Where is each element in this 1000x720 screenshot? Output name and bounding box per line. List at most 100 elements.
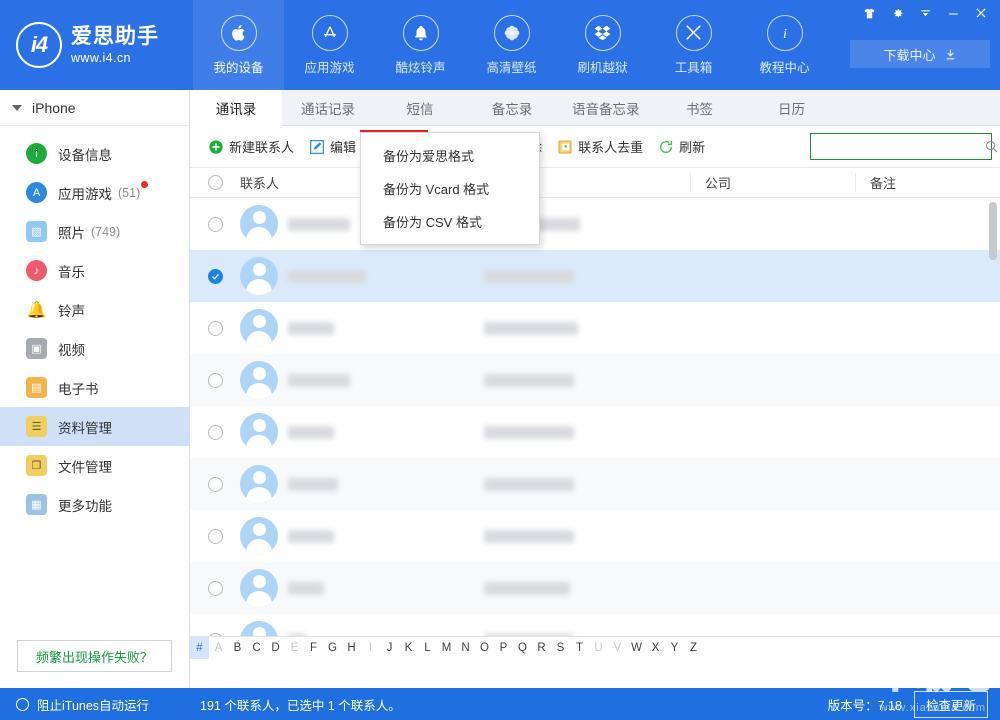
row-select-cell[interactable] — [190, 269, 240, 284]
row-checkbox[interactable] — [208, 529, 223, 544]
table-row[interactable] — [190, 198, 1000, 250]
alpha-u[interactable]: U — [589, 637, 608, 659]
row-checkbox[interactable] — [208, 217, 223, 232]
minimize-icon[interactable] — [940, 2, 966, 24]
alpha-f[interactable]: F — [304, 637, 323, 659]
row-checkbox[interactable] — [208, 373, 223, 388]
row-checkbox[interactable] — [208, 425, 223, 440]
backup-menu-item-i4-format[interactable]: 备份为爱思格式 — [361, 139, 539, 172]
row-select-cell[interactable] — [190, 581, 240, 596]
row-checkbox[interactable] — [208, 321, 223, 336]
alpha-h[interactable]: H — [342, 637, 361, 659]
alpha-n[interactable]: N — [456, 637, 475, 659]
download-center-button[interactable]: 下载中心 — [850, 40, 990, 68]
sidebar-item-videos[interactable]: ▣ 视频 — [0, 329, 189, 368]
alpha-o[interactable]: O — [475, 637, 494, 659]
block-itunes-toggle[interactable]: 阻止iTunes自动运行 — [0, 695, 190, 714]
sidebar-item-device-info[interactable]: i 设备信息 — [0, 134, 189, 173]
alpha-a[interactable]: A — [209, 637, 228, 659]
sidebar-item-music[interactable]: ♪ 音乐 — [0, 251, 189, 290]
chevron-down-icon[interactable] — [12, 105, 22, 111]
alpha-e[interactable]: E — [285, 637, 304, 659]
search-box[interactable] — [810, 133, 992, 160]
alpha-q[interactable]: Q — [513, 637, 532, 659]
alpha-t[interactable]: T — [570, 637, 589, 659]
alpha-d[interactable]: D — [266, 637, 285, 659]
row-select-cell[interactable] — [190, 477, 240, 492]
alpha-g[interactable]: G — [323, 637, 342, 659]
nav-item-flash-jailbreak[interactable]: 刷机越狱 — [557, 0, 648, 90]
backup-menu-item-vcard-format[interactable]: 备份为 Vcard 格式 — [361, 172, 539, 205]
row-select-cell[interactable] — [190, 217, 240, 232]
row-checkbox[interactable] — [208, 581, 223, 596]
tab-contacts[interactable]: 通讯录 — [190, 90, 282, 126]
row-checkbox[interactable] — [208, 269, 223, 284]
alpha-hash[interactable]: # — [190, 637, 209, 659]
row-checkbox[interactable] — [208, 477, 223, 492]
close-icon[interactable] — [968, 2, 994, 24]
alpha-m[interactable]: M — [437, 637, 456, 659]
sidebar-item-data-management[interactable]: ☰ 资料管理 — [0, 407, 189, 446]
nav-item-ringtones[interactable]: 酷炫铃声 — [375, 0, 466, 90]
dedupe-contacts-button[interactable]: 联系人去重 — [549, 133, 650, 161]
tab-call-history[interactable]: 通话记录 — [282, 90, 374, 125]
alpha-i[interactable]: I — [361, 637, 380, 659]
table-row[interactable] — [190, 354, 1000, 406]
tab-voice-memos[interactable]: 语音备忘录 — [558, 90, 654, 125]
gear-icon[interactable] — [884, 2, 910, 24]
device-header[interactable]: iPhone — [0, 90, 189, 126]
row-checkbox[interactable] — [208, 633, 223, 637]
row-select-cell[interactable] — [190, 373, 240, 388]
table-row[interactable] — [190, 510, 1000, 562]
scrollbar-thumb[interactable] — [989, 202, 997, 260]
column-header-company[interactable]: 公司 — [690, 173, 855, 192]
alpha-s[interactable]: S — [551, 637, 570, 659]
table-row[interactable] — [190, 614, 1000, 636]
sidebar-item-photos[interactable]: ▨ 照片 (749) — [0, 212, 189, 251]
row-select-cell[interactable] — [190, 425, 240, 440]
table-row[interactable] — [190, 406, 1000, 458]
chevron-down-icon[interactable] — [912, 2, 938, 24]
refresh-button[interactable]: 刷新 — [650, 133, 712, 161]
nav-item-tutorials[interactable]: i 教程中心 — [739, 0, 830, 90]
search-icon[interactable] — [984, 139, 999, 154]
backup-menu-item-csv-format[interactable]: 备份为 CSV 格式 — [361, 205, 539, 238]
table-row[interactable] — [190, 458, 1000, 510]
skin-icon[interactable] — [856, 2, 882, 24]
table-row[interactable] — [190, 302, 1000, 354]
alpha-k[interactable]: K — [399, 637, 418, 659]
vertical-scrollbar[interactable] — [989, 202, 997, 632]
alpha-w[interactable]: W — [627, 637, 646, 659]
alpha-c[interactable]: C — [247, 637, 266, 659]
nav-item-apps-games[interactable]: 应用游戏 — [284, 0, 375, 90]
nav-item-toolbox[interactable]: 工具箱 — [648, 0, 739, 90]
row-select-cell[interactable] — [190, 633, 240, 637]
alpha-y[interactable]: Y — [665, 637, 684, 659]
sidebar-item-ebooks[interactable]: ▤ 电子书 — [0, 368, 189, 407]
sidebar-item-more-features[interactable]: ▦ 更多功能 — [0, 485, 189, 524]
search-input[interactable] — [811, 134, 984, 159]
tab-sms[interactable]: 短信 — [374, 90, 466, 125]
tab-bookmarks[interactable]: 书签 — [654, 90, 746, 125]
nav-item-wallpapers[interactable]: 高清壁纸 — [466, 0, 557, 90]
row-select-cell[interactable] — [190, 529, 240, 544]
alpha-r[interactable]: R — [532, 637, 551, 659]
select-all-cell[interactable] — [190, 175, 240, 190]
tab-calendar[interactable]: 日历 — [746, 90, 838, 125]
table-row[interactable] — [190, 250, 1000, 302]
sidebar-item-apps-games[interactable]: A 应用游戏 (51) — [0, 173, 189, 212]
column-header-note[interactable]: 备注 — [855, 173, 1000, 192]
sidebar-item-ringtones[interactable]: 🔔 铃声 — [0, 290, 189, 329]
table-row[interactable] — [190, 562, 1000, 614]
new-contact-button[interactable]: 新建联系人 — [200, 133, 301, 161]
alpha-b[interactable]: B — [228, 637, 247, 659]
edit-button[interactable]: 编辑 — [301, 133, 363, 161]
alpha-j[interactable]: J — [380, 637, 399, 659]
operation-failure-button[interactable]: 频繁出现操作失败？ — [17, 640, 172, 672]
alpha-z[interactable]: Z — [684, 637, 703, 659]
radio-icon[interactable] — [16, 698, 29, 711]
sidebar-item-file-management[interactable]: ❐ 文件管理 — [0, 446, 189, 485]
alpha-x[interactable]: X — [646, 637, 665, 659]
check-update-button[interactable]: 检查更新 — [914, 691, 988, 718]
alpha-p[interactable]: P — [494, 637, 513, 659]
